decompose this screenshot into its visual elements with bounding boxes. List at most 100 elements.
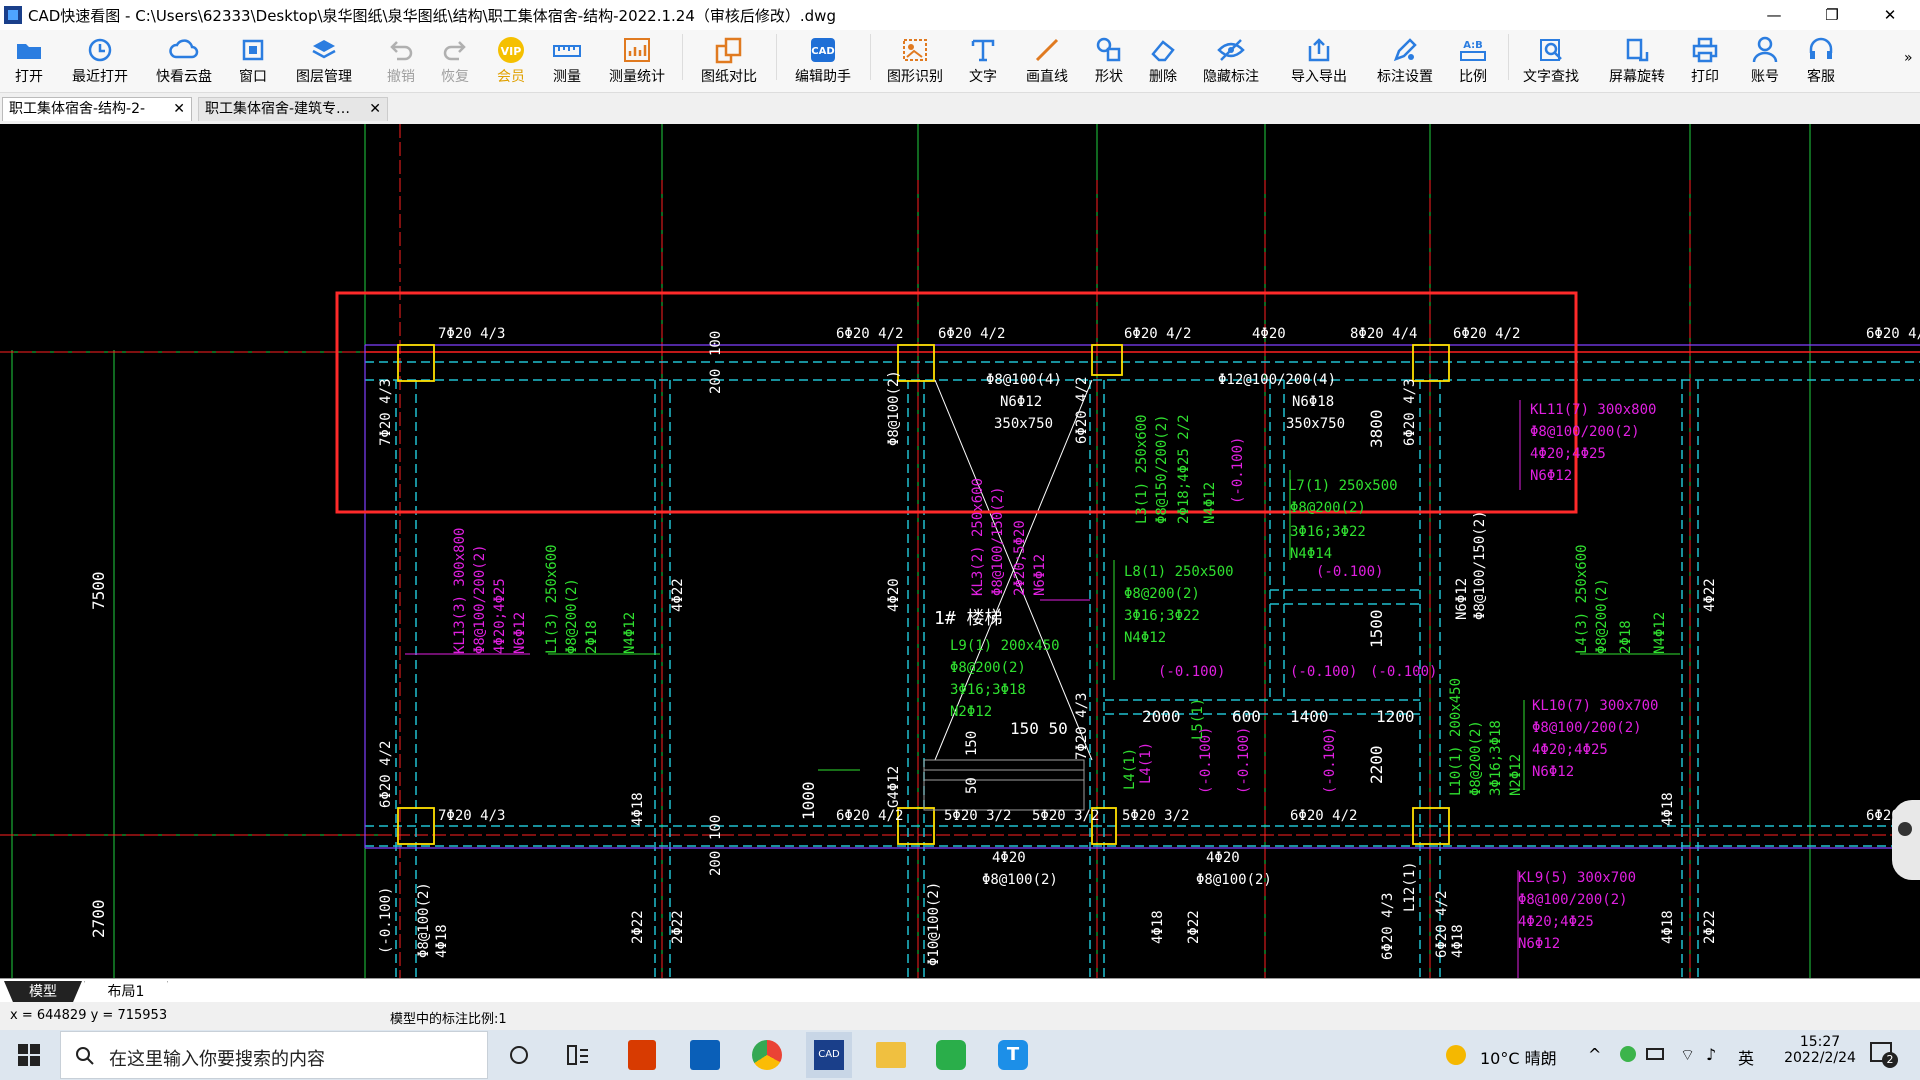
svg-text:4Φ20: 4Φ20 bbox=[1206, 850, 1240, 866]
tab-model[interactable]: 模型 bbox=[4, 981, 82, 1003]
compare-button[interactable]: 图纸对比 bbox=[692, 34, 766, 90]
recent-button[interactable]: 最近打开 bbox=[64, 34, 136, 90]
tray-app-icon[interactable] bbox=[1620, 1046, 1636, 1062]
svg-text:150: 150 bbox=[964, 731, 980, 756]
shape-recognition-icon bbox=[903, 39, 927, 61]
svg-text:100: 100 bbox=[708, 815, 724, 840]
drawing-canvas[interactable]: 7Φ20 4/3 6Φ20 4/2 6Φ20 4/2 6Φ20 4/2 4Φ20… bbox=[0, 124, 1920, 978]
svg-text:Φ8@200(2): Φ8@200(2) bbox=[564, 578, 580, 654]
window-icon bbox=[242, 39, 264, 61]
svg-text:N6Φ12: N6Φ12 bbox=[1000, 394, 1042, 410]
measure-stats-button[interactable]: 测量统计 bbox=[600, 34, 674, 90]
close-tab-icon[interactable]: ✕ bbox=[173, 98, 185, 120]
mark-settings-button[interactable]: 标注设置 bbox=[1368, 34, 1442, 90]
battery-icon[interactable] bbox=[1646, 1048, 1664, 1060]
tab-layout1[interactable]: 布局1 bbox=[84, 981, 168, 1004]
wechat-icon[interactable] bbox=[936, 1040, 966, 1070]
minimize-button[interactable]: — bbox=[1745, 0, 1803, 30]
import-export-button[interactable]: 导入导出 bbox=[1282, 34, 1356, 90]
svg-text:4Φ20;4Φ25: 4Φ20;4Φ25 bbox=[1530, 446, 1606, 462]
weather-sun-icon[interactable] bbox=[1446, 1045, 1466, 1065]
account-button[interactable]: 账号 bbox=[1742, 34, 1788, 90]
screen-rotate-button[interactable]: 屏幕旋转 bbox=[1600, 34, 1674, 90]
svg-text:G4Φ12: G4Φ12 bbox=[886, 766, 902, 808]
cad-app-taskbar-item[interactable]: CAD bbox=[806, 1032, 852, 1078]
svg-text:(-0.100): (-0.100) bbox=[1158, 664, 1225, 680]
task-view-icon[interactable] bbox=[508, 1044, 530, 1070]
service-button[interactable]: 客服 bbox=[1798, 34, 1844, 90]
undo-button[interactable]: 撤销 bbox=[378, 34, 424, 90]
start-button[interactable] bbox=[18, 1044, 40, 1070]
vip-button[interactable]: VIP 会员 bbox=[488, 34, 534, 90]
status-bar: x = 644829 y = 715953 模型中的标注比例:1 bbox=[0, 1002, 1920, 1030]
print-button[interactable]: 打印 bbox=[1682, 34, 1728, 90]
text-search-button[interactable]: 文字查找 bbox=[1514, 34, 1588, 90]
scale-button[interactable]: A:B 比例 bbox=[1450, 34, 1496, 90]
svg-text:6Φ20 4/2: 6Φ20 4/2 bbox=[378, 741, 394, 808]
svg-text:4Φ20;4Φ25: 4Φ20;4Φ25 bbox=[1518, 914, 1594, 930]
open-button[interactable]: 打开 bbox=[6, 34, 52, 90]
tray-expand-icon[interactable]: ^ bbox=[1588, 1045, 1601, 1064]
shape-recognition-button[interactable]: 图形识别 bbox=[878, 34, 952, 90]
clock[interactable]: 15:27 2022/2/24 bbox=[1770, 1034, 1870, 1066]
svg-text:N6Φ12: N6Φ12 bbox=[1454, 578, 1470, 620]
svg-text:Φ8@100/150(2): Φ8@100/150(2) bbox=[1472, 510, 1488, 620]
cad-drawing: 7Φ20 4/3 6Φ20 4/2 6Φ20 4/2 6Φ20 4/2 4Φ20… bbox=[0, 124, 1920, 978]
svg-text:6Φ20 4/2: 6Φ20 4/2 bbox=[1866, 326, 1920, 342]
svg-text:1500: 1500 bbox=[1367, 609, 1386, 648]
cloud-button[interactable]: 快看云盘 bbox=[148, 34, 220, 90]
svg-text:6Φ20 4/2: 6Φ20 4/2 bbox=[1124, 326, 1191, 342]
draw-line-button[interactable]: 画直线 bbox=[1020, 34, 1074, 90]
store-icon[interactable] bbox=[690, 1040, 720, 1070]
svg-text:4Φ18: 4Φ18 bbox=[630, 792, 646, 826]
stats-icon bbox=[624, 38, 650, 62]
close-button[interactable]: ✕ bbox=[1861, 0, 1919, 30]
svg-text:5Φ20 3/2: 5Φ20 3/2 bbox=[1032, 808, 1099, 824]
svg-text:KL11(7) 300x800: KL11(7) 300x800 bbox=[1530, 402, 1656, 418]
measure-button[interactable]: 测量 bbox=[544, 34, 590, 90]
tab-architecture[interactable]: 职工集体宿舍-建筑专… ✕ bbox=[198, 97, 388, 121]
svg-text:VIP: VIP bbox=[501, 45, 522, 58]
text-app-icon[interactable]: T bbox=[998, 1040, 1028, 1070]
tab-structure[interactable]: 职工集体宿舍-结构-2- ✕ bbox=[2, 97, 192, 121]
svg-text:2Φ22: 2Φ22 bbox=[1702, 910, 1718, 944]
svg-text:N4Φ12: N4Φ12 bbox=[1652, 612, 1668, 654]
ime-indicator[interactable]: 英 bbox=[1738, 1045, 1754, 1069]
office-icon[interactable] bbox=[628, 1040, 656, 1070]
edit-helper-button[interactable]: CAD 编辑助手 bbox=[786, 34, 860, 90]
taskbar-search[interactable]: 在这里输入你要搜索的内容 bbox=[60, 1031, 488, 1079]
vip-icon: VIP bbox=[498, 37, 524, 63]
hide-mark-button[interactable]: 隐藏标注 bbox=[1194, 34, 1268, 90]
close-tab-icon[interactable]: ✕ bbox=[369, 98, 381, 120]
svg-text:6Φ20 4/2: 6Φ20 4/2 bbox=[836, 326, 903, 342]
svg-text:N4Φ14: N4Φ14 bbox=[1290, 546, 1332, 562]
network-icon[interactable]: ⌔ bbox=[1680, 1045, 1695, 1065]
window-button[interactable]: 窗口 bbox=[230, 34, 276, 90]
svg-text:7Φ20 4/3: 7Φ20 4/3 bbox=[1074, 693, 1090, 760]
clock-time: 15:27 bbox=[1799, 1034, 1841, 1050]
tab-label: 职工集体宿舍-建筑专… bbox=[205, 101, 351, 117]
widgets-icon[interactable] bbox=[566, 1044, 590, 1070]
layers-button[interactable]: 图层管理 bbox=[288, 34, 360, 90]
tab-label: 职工集体宿舍-结构-2- bbox=[9, 101, 146, 117]
browser-icon[interactable] bbox=[752, 1040, 782, 1070]
shape-button[interactable]: 形状 bbox=[1086, 34, 1132, 90]
redo-button[interactable]: 恢复 bbox=[432, 34, 478, 90]
svg-text:KL10(7) 300x700: KL10(7) 300x700 bbox=[1532, 698, 1658, 714]
weather-text[interactable]: 10°C 晴朗 bbox=[1480, 1045, 1557, 1069]
svg-text:KL9(5) 300x700: KL9(5) 300x700 bbox=[1518, 870, 1636, 886]
svg-text:150 50: 150 50 bbox=[1010, 719, 1068, 738]
svg-text:2200: 2200 bbox=[1367, 745, 1386, 784]
maximize-button[interactable]: ❐ bbox=[1803, 0, 1861, 30]
notification-icon[interactable]: 2 bbox=[1870, 1042, 1898, 1068]
file-explorer-icon[interactable] bbox=[876, 1042, 906, 1068]
volume-icon[interactable]: ♪ bbox=[1706, 1045, 1716, 1064]
svg-text:2Φ22: 2Φ22 bbox=[670, 910, 686, 944]
svg-text:2Φ18;4Φ25 2/2: 2Φ18;4Φ25 2/2 bbox=[1176, 414, 1192, 524]
delete-button[interactable]: 删除 bbox=[1140, 34, 1186, 90]
assistant-robot-icon[interactable] bbox=[1892, 800, 1920, 880]
eraser-icon bbox=[1151, 40, 1175, 62]
text-button[interactable]: 文字 bbox=[960, 34, 1006, 90]
svg-text:4Φ18: 4Φ18 bbox=[1150, 910, 1166, 944]
toolbar-overflow-button[interactable]: » bbox=[1904, 50, 1913, 66]
